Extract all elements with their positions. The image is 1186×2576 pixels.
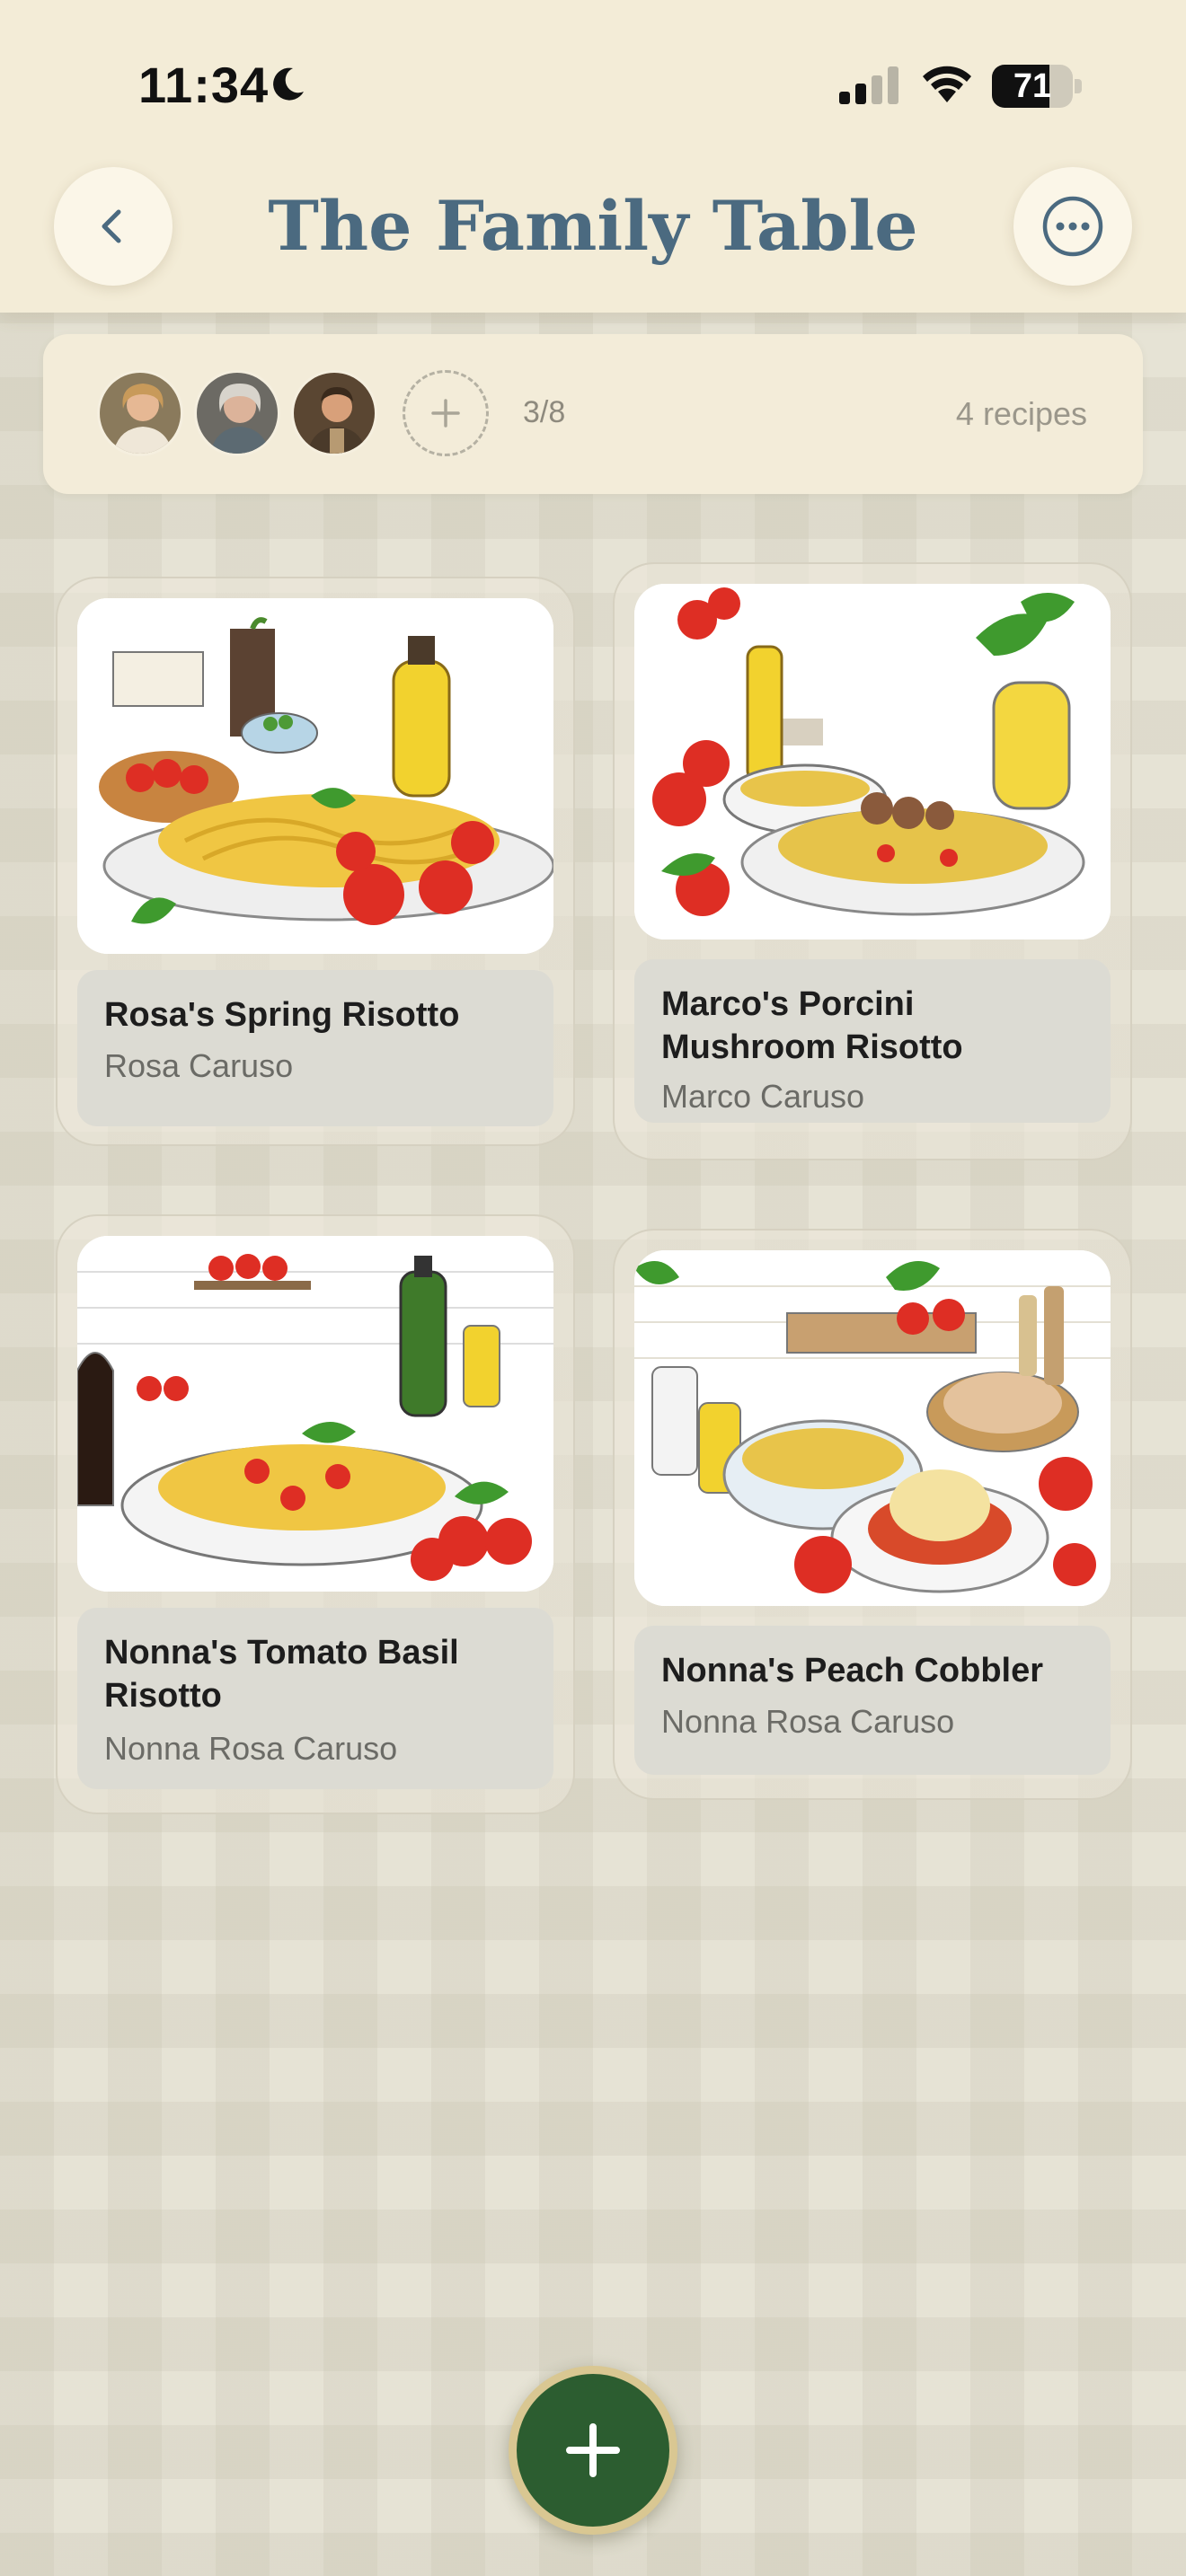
peach-cobbler-illustration bbox=[634, 1250, 1111, 1606]
recipe-image bbox=[634, 1250, 1111, 1606]
avatar[interactable] bbox=[97, 370, 183, 456]
add-recipe-button[interactable] bbox=[509, 2366, 677, 2535]
cellular-signal-icon bbox=[839, 66, 898, 104]
recipe-image bbox=[77, 598, 553, 954]
recipe-image bbox=[77, 1236, 553, 1592]
avatar[interactable] bbox=[194, 370, 280, 456]
page-title: The Family Table bbox=[268, 186, 918, 266]
ellipsis-circle-icon bbox=[1042, 196, 1103, 257]
recipe-card[interactable]: Nonna's Tomato Basil Risotto Nonna Rosa … bbox=[56, 1214, 575, 1814]
wifi-icon bbox=[923, 66, 971, 102]
mushroom-pasta-illustration bbox=[634, 584, 1111, 940]
recipe-card[interactable]: Nonna's Peach Cobbler Nonna Rosa Caruso bbox=[613, 1229, 1132, 1800]
recipe-info: Rosa's Spring Risotto Rosa Caruso bbox=[77, 970, 553, 1126]
recipe-card[interactable]: Marco's Porcini Mushroom Risotto Marco C… bbox=[613, 562, 1132, 1160]
recipe-image bbox=[634, 584, 1111, 940]
more-options-button[interactable] bbox=[1013, 167, 1132, 286]
recipe-count: 4 recipes bbox=[955, 395, 1087, 432]
plus-icon bbox=[431, 399, 460, 428]
back-button[interactable] bbox=[54, 167, 173, 286]
recipe-author: Marco Caruso bbox=[661, 1078, 865, 1115]
recipe-title: Marco's Porcini Mushroom Risotto bbox=[661, 985, 963, 1066]
recipe-author: Nonna Rosa Caruso bbox=[661, 1703, 955, 1740]
pasta-illustration bbox=[77, 598, 553, 954]
recipe-info: Nonna's Peach Cobbler Nonna Rosa Caruso bbox=[634, 1626, 1111, 1775]
recipe-info: Nonna's Tomato Basil Risotto Nonna Rosa … bbox=[77, 1608, 553, 1789]
status-time: 11:34 bbox=[138, 57, 270, 113]
member-count: 3/8 bbox=[523, 395, 566, 429]
chevron-left-icon bbox=[102, 209, 121, 243]
recipe-card[interactable]: Rosa's Spring Risotto Rosa Caruso bbox=[56, 577, 575, 1146]
battery-indicator: 71 bbox=[992, 65, 1082, 108]
recipe-title: Rosa's Spring Risotto bbox=[104, 996, 460, 1034]
recipe-title: Nonna's Tomato Basil Risotto bbox=[104, 1634, 459, 1715]
battery-level-text: 71 bbox=[1013, 67, 1052, 105]
recipe-author: Nonna Rosa Caruso bbox=[104, 1730, 398, 1767]
moon-icon bbox=[273, 67, 304, 101]
recipe-author: Rosa Caruso bbox=[104, 1047, 294, 1084]
recipe-title: Nonna's Peach Cobbler bbox=[661, 1652, 1044, 1689]
add-member-button[interactable] bbox=[403, 370, 489, 456]
avatar[interactable] bbox=[291, 370, 377, 456]
plus-icon bbox=[566, 2423, 620, 2477]
recipe-info: Marco's Porcini Mushroom Risotto Marco C… bbox=[634, 959, 1111, 1123]
tomato-pasta-illustration bbox=[77, 1236, 553, 1592]
